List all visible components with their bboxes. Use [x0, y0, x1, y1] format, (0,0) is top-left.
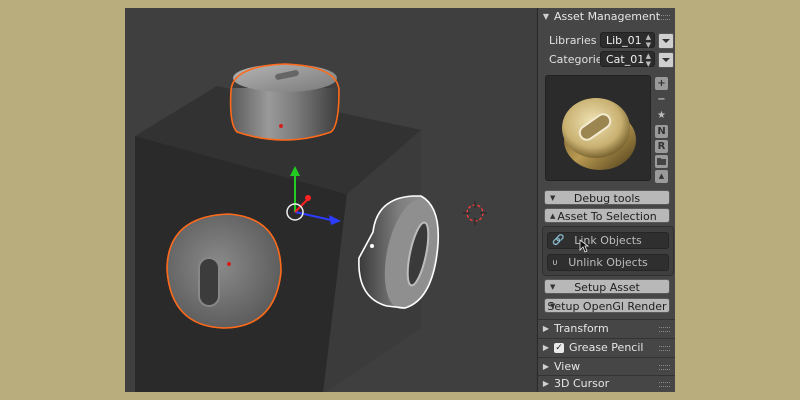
drag-grip-icon[interactable]: [659, 15, 670, 20]
3d-cursor-label: 3D Cursor: [554, 377, 610, 390]
triangle-down-icon: ▼: [550, 283, 556, 291]
setup-opengl-label: Setup OpenGl Render: [547, 300, 667, 313]
plus-icon[interactable]: +: [655, 77, 668, 90]
n-icon[interactable]: N: [655, 125, 668, 138]
up-down-arrows-icon: ▲ ▼: [645, 33, 651, 49]
chain-link-icon: 🔗: [552, 235, 565, 246]
grease-pencil-panel-header[interactable]: ▶ ✓ Grease Pencil: [538, 339, 675, 356]
drag-grip-icon[interactable]: [659, 365, 670, 370]
broken-link-icon: ∪: [552, 258, 558, 267]
scroll-up-icon[interactable]: ▲: [655, 170, 668, 183]
drag-grip-icon[interactable]: [659, 327, 670, 332]
asset-preview-thumbnail[interactable]: [545, 75, 651, 181]
gold-cap-thumbnail: [562, 98, 636, 170]
folder-glyph: [657, 158, 666, 165]
mouse-pointer-icon: [579, 239, 589, 253]
3d-cursor-icon[interactable]: [463, 201, 487, 225]
minus-icon[interactable]: −: [655, 93, 668, 106]
triangle-up-icon: ▲: [550, 212, 556, 220]
asset-to-selection-button[interactable]: ▲ Asset To Selection: [544, 208, 670, 223]
r-icon[interactable]: R: [655, 140, 668, 153]
asset-management-panel: ▼ Asset Management Libraries Lib_01 ▲ ▼ C…: [537, 8, 675, 392]
transform-panel-header[interactable]: ▶ Transform: [538, 320, 675, 337]
triangle-down-icon: ▼: [542, 12, 550, 21]
triangle-down-icon: ▼: [550, 194, 556, 202]
grease-pencil-checkbox[interactable]: ✓: [554, 342, 564, 353]
triangle-right-icon: ▶: [542, 379, 550, 388]
triangle-right-icon: ▶: [542, 343, 550, 352]
view-label: View: [554, 360, 581, 373]
folder-icon[interactable]: [655, 155, 668, 168]
unlink-objects-button[interactable]: ∪ Unlink Objects: [547, 254, 669, 271]
star-icon[interactable]: ★: [655, 109, 668, 122]
panel-title: Asset Management: [554, 10, 661, 23]
setup-asset-label: Setup Asset: [574, 281, 640, 294]
categories-menu-button[interactable]: [658, 52, 674, 68]
unlink-objects-label: Unlink Objects: [568, 256, 648, 269]
setup-asset-button[interactable]: ▼ Setup Asset: [544, 279, 670, 294]
libraries-label: Libraries: [549, 34, 597, 47]
3d-viewport[interactable]: [125, 8, 536, 392]
libraries-menu-button[interactable]: [658, 33, 674, 49]
debug-tools-button[interactable]: ▼ Debug tools: [544, 190, 670, 205]
categories-select[interactable]: Cat_01 ▲ ▼: [600, 51, 655, 68]
viewport-scene: [135, 63, 487, 392]
up-down-arrows-icon: ▲ ▼: [645, 52, 651, 68]
link-objects-button[interactable]: 🔗 Link Objects: [547, 232, 669, 249]
view-panel-header[interactable]: ▶ View: [538, 358, 675, 375]
setup-opengl-render-button[interactable]: ▼ Setup OpenGl Render: [544, 298, 670, 313]
drag-grip-icon[interactable]: [659, 382, 670, 387]
blender-window: ▼ Asset Management Libraries Lib_01 ▲ ▼ C…: [125, 8, 675, 392]
categories-value: Cat_01: [606, 53, 645, 66]
debug-tools-label: Debug tools: [573, 192, 641, 205]
drag-grip-icon[interactable]: [659, 346, 670, 351]
asset-to-selection-label: Asset To Selection: [557, 210, 657, 223]
top-cylinder[interactable]: [229, 63, 340, 141]
front-cylinder[interactable]: [166, 213, 282, 329]
triangle-right-icon: ▶: [542, 324, 550, 333]
grease-pencil-label: Grease Pencil: [569, 341, 644, 354]
asset-management-header[interactable]: ▼ Asset Management: [538, 8, 675, 25]
triangle-right-icon: ▶: [542, 362, 550, 371]
libraries-value: Lib_01: [606, 34, 642, 47]
libraries-select[interactable]: Lib_01 ▲ ▼: [600, 32, 655, 49]
transform-label: Transform: [554, 322, 609, 335]
link-group: 🔗 Link Objects ∪ Unlink Objects: [542, 226, 674, 276]
triangle-down-icon: ▼: [550, 302, 556, 310]
3d-cursor-panel-header[interactable]: ▶ 3D Cursor: [538, 375, 675, 392]
